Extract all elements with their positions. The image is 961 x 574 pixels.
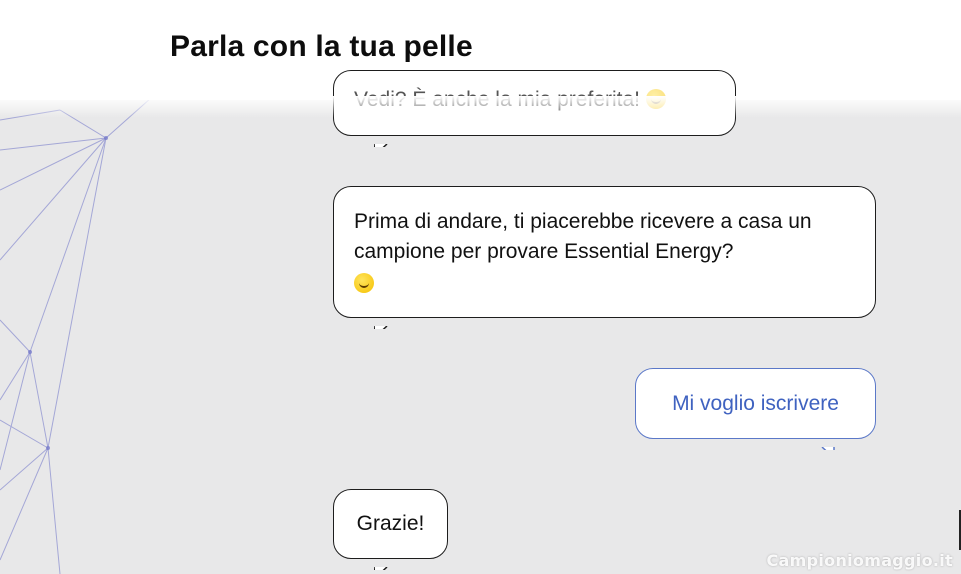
header-fade xyxy=(0,96,961,118)
bot-message-sample-offer: Prima di andare, ti piacerebbe ricevere … xyxy=(333,186,876,329)
chat-thread: Vedi? È anche la mia preferita! Prima di… xyxy=(0,0,961,574)
user-reply-subscribe-button[interactable]: Mi voglio iscrivere xyxy=(635,368,876,450)
reply-label: Mi voglio iscrivere xyxy=(672,391,839,415)
bubble-tail xyxy=(821,438,835,450)
bubble-tail xyxy=(374,135,388,147)
bubble-tail xyxy=(374,317,388,329)
watermark-text: Campioniomaggio.it xyxy=(766,551,953,570)
message-text: Prima di andare, ti piacerebbe ricevere … xyxy=(354,210,812,263)
message-text: Grazie! xyxy=(356,512,425,535)
bubble-tail xyxy=(374,558,388,570)
bot-message-thanks: Grazie! xyxy=(333,489,448,570)
smile-emoji-icon xyxy=(354,273,374,293)
